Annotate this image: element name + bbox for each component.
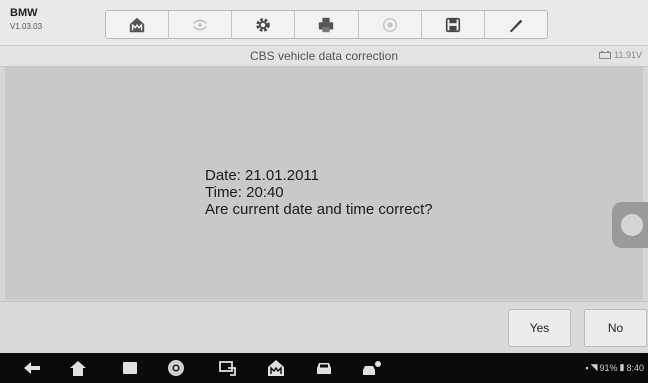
action-bar: Yes No [0,301,648,354]
browser-button[interactable] [166,359,186,377]
home-icon [129,17,145,32]
recent-apps-icon [123,362,137,374]
save-button[interactable] [422,11,485,38]
floating-assist-button[interactable] [612,202,648,248]
back-arrow-icon [24,362,40,374]
diagnostics-home-button[interactable] [266,359,286,377]
android-home-icon [70,361,86,376]
battery-icon: ▮ [619,362,625,372]
pen-button[interactable] [485,11,547,38]
vci-car-icon [363,361,381,375]
home-button[interactable] [106,11,170,38]
battery-voltage: 11.91V [599,50,642,60]
status-bar: ▪ ◥ 91% ▮ 8:40 [585,362,644,373]
question-line: Are current date and time correct? [205,201,433,218]
confirmation-message: Date: 21.01.2011 Time: 20:40 Are current… [205,167,433,218]
screen: BMW V1.03.03 CBS vehicle data correction… [0,0,648,383]
yes-button[interactable]: Yes [508,309,571,347]
printer-icon [319,17,334,32]
no-button[interactable]: No [584,309,647,347]
time-line: Time: 20:40 [205,184,284,201]
message-icon: ▪ [585,362,589,373]
save-icon [445,17,460,32]
print-button[interactable] [295,11,359,38]
battery-percent: 91% [599,362,618,373]
chrome-icon [168,360,184,376]
android-nav-bar: ▪ ◥ 91% ▮ 8:40 [0,353,648,383]
help-icon [382,17,397,32]
app-name: BMW [10,7,38,19]
vehicle-button[interactable] [314,359,334,377]
page-title: CBS vehicle data correction [249,49,399,63]
voltage-value: 11.91V [614,50,642,60]
home-nav-button[interactable] [68,359,88,377]
clock: 8:40 [626,362,644,373]
app-version: V1.03.03 [10,22,43,31]
pen-icon [509,19,523,32]
title-bar: CBS vehicle data correction 11.91V [0,46,648,67]
settings-gear-icon [256,17,271,32]
vehicle-swap-icon [193,19,207,30]
date-line: Date: 21.01.2011 [205,167,319,184]
settings-button[interactable] [232,11,296,38]
remote-desk-icon [219,361,236,376]
toolbar [105,10,548,39]
top-bar: BMW V1.03.03 [0,0,648,46]
dialog-content: Date: 21.01.2011 Time: 20:40 Are current… [5,67,643,300]
help-button[interactable] [359,11,422,38]
vehicle-swap-button[interactable] [169,11,233,38]
car-icon [317,363,331,374]
remote-desk-button[interactable] [218,359,238,377]
back-button[interactable] [22,359,42,377]
recent-apps-button[interactable] [120,359,140,377]
vci-connection-button[interactable] [362,359,382,377]
wifi-icon: ◥ [590,362,598,372]
maxisys-home-icon [268,360,284,376]
car-battery-icon [599,51,612,59]
